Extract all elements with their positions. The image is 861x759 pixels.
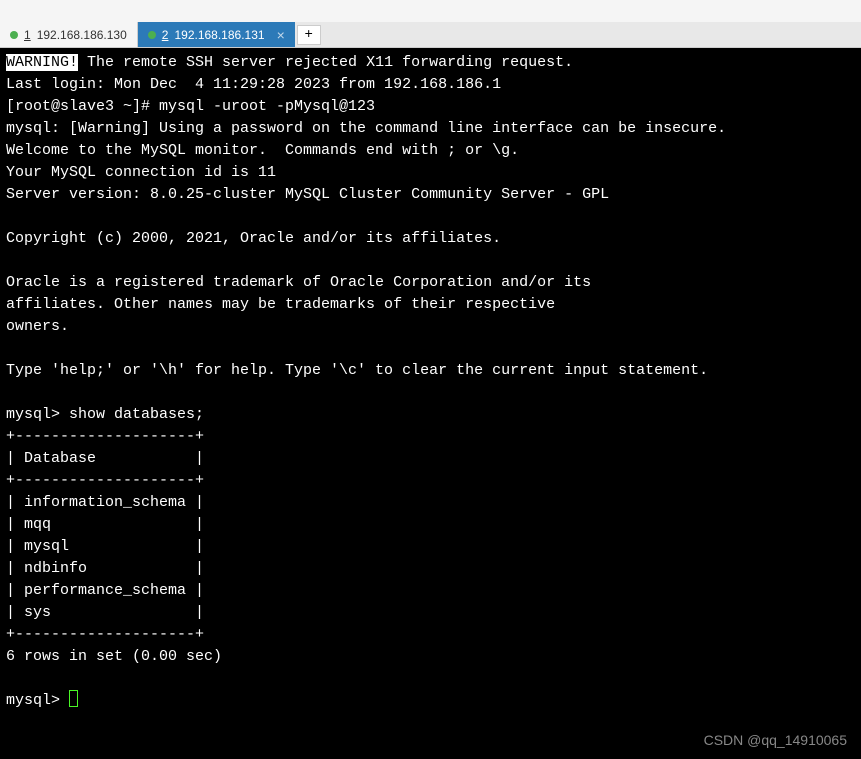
table-row: | performance_schema | bbox=[6, 582, 204, 599]
terminal-output[interactable]: WARNING! The remote SSH server rejected … bbox=[0, 48, 861, 759]
add-tab-button[interactable]: + bbox=[297, 25, 321, 45]
tab-1-number: 1 bbox=[24, 28, 31, 42]
cursor-icon bbox=[69, 690, 78, 707]
table-border-bottom: +--------------------+ bbox=[6, 626, 204, 643]
mysql-command-line: mysql> show databases; bbox=[6, 406, 204, 423]
status-dot-icon bbox=[10, 31, 18, 39]
close-icon[interactable]: × bbox=[277, 27, 285, 43]
table-border-sep: +--------------------+ bbox=[6, 472, 204, 489]
status-dot-icon bbox=[148, 31, 156, 39]
table-border-top: +--------------------+ bbox=[6, 428, 204, 445]
table-row: | sys | bbox=[6, 604, 204, 621]
window-chrome bbox=[0, 0, 861, 22]
table-row: | information_schema | bbox=[6, 494, 204, 511]
rows-summary-line: 6 rows in set (0.00 sec) bbox=[6, 648, 222, 665]
tab-2[interactable]: 2 192.168.186.131 × bbox=[138, 22, 295, 47]
table-row: | ndbinfo | bbox=[6, 560, 204, 577]
shell-prompt-line: [root@slave3 ~]# mysql -uroot -pMysql@12… bbox=[6, 98, 375, 115]
table-row: | mysql | bbox=[6, 538, 204, 555]
connection-id-line: Your MySQL connection id is 11 bbox=[6, 164, 276, 181]
last-login-line: Last login: Mon Dec 4 11:29:28 2023 from… bbox=[6, 76, 501, 93]
warning-text: The remote SSH server rejected X11 forwa… bbox=[78, 54, 573, 71]
tab-2-number: 2 bbox=[162, 28, 169, 42]
trademark-line-2: affiliates. Other names may be trademark… bbox=[6, 296, 555, 313]
help-line: Type 'help;' or '\h' for help. Type '\c'… bbox=[6, 362, 708, 379]
tab-1-ip: 192.168.186.130 bbox=[37, 28, 127, 42]
mysql-prompt: mysql> bbox=[6, 692, 69, 709]
table-row: | mqq | bbox=[6, 516, 204, 533]
welcome-line: Welcome to the MySQL monitor. Commands e… bbox=[6, 142, 519, 159]
watermark: CSDN @qq_14910065 bbox=[704, 729, 847, 751]
trademark-line-1: Oracle is a registered trademark of Orac… bbox=[6, 274, 591, 291]
trademark-line-3: owners. bbox=[6, 318, 69, 335]
copyright-line: Copyright (c) 2000, 2021, Oracle and/or … bbox=[6, 230, 501, 247]
password-warning-line: mysql: [Warning] Using a password on the… bbox=[6, 120, 726, 137]
tab-1[interactable]: 1 192.168.186.130 bbox=[0, 22, 138, 47]
tab-bar: 1 192.168.186.130 2 192.168.186.131 × + bbox=[0, 22, 861, 48]
table-header: | Database | bbox=[6, 450, 204, 467]
server-version-line: Server version: 8.0.25-cluster MySQL Clu… bbox=[6, 186, 609, 203]
tab-2-ip: 192.168.186.131 bbox=[174, 28, 264, 42]
warning-label: WARNING! bbox=[6, 54, 78, 71]
